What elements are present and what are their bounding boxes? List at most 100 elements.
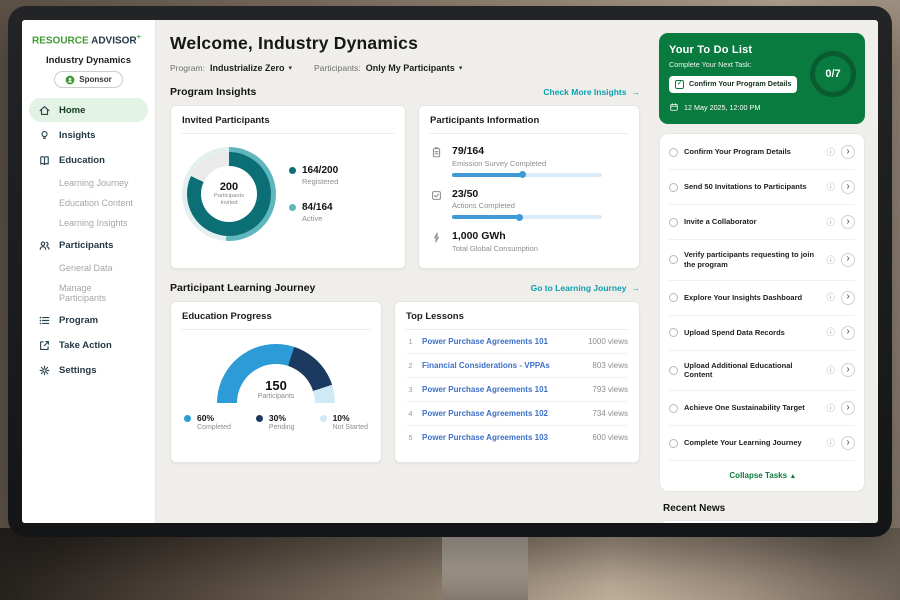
home-icon: [38, 104, 51, 117]
task-row[interactable]: Complete Your Learning Journey ⓘ ›: [669, 426, 855, 461]
task-label: Verify participants requesting to join t…: [684, 250, 820, 270]
go-to-learning-journey-link[interactable]: Go to Learning Journey →: [531, 283, 640, 293]
info-icon[interactable]: ⓘ: [826, 183, 835, 192]
check-more-insights-link[interactable]: Check More Insights →: [543, 87, 640, 97]
legend-label: Completed: [197, 424, 231, 431]
link-label: Go to Learning Journey: [531, 283, 627, 293]
info-icon[interactable]: ⓘ: [826, 293, 835, 302]
lesson-link[interactable]: Power Purchase Agreements 102: [422, 409, 585, 418]
next-task-label: Confirm Your Program Details: [689, 80, 791, 88]
gear-icon: [38, 364, 51, 377]
chevron-right-icon[interactable]: ›: [841, 436, 855, 450]
task-checkbox[interactable]: [669, 218, 678, 227]
screen: RESOURCE ADVISOR+ Industry Dynamics Spon…: [22, 20, 878, 523]
nav-label: Program: [59, 315, 98, 326]
logo-plus: +: [137, 32, 141, 41]
task-checkbox[interactable]: [669, 439, 678, 448]
chevron-right-icon[interactable]: ›: [841, 291, 855, 305]
progress-bar-fill: [452, 173, 524, 177]
progress-bar: [452, 215, 602, 219]
lesson-link[interactable]: Financial Considerations - VPPAs: [422, 361, 585, 370]
task-list: Confirm Your Program Details ⓘ › Send 50…: [659, 133, 865, 492]
task-checkbox[interactable]: [669, 328, 678, 337]
task-row[interactable]: Achieve One Sustainability Target ⓘ ›: [669, 391, 855, 426]
chevron-right-icon[interactable]: ›: [841, 253, 855, 267]
sidebar-item-home[interactable]: Home: [29, 98, 148, 122]
task-checkbox[interactable]: [669, 183, 678, 192]
invited-legend: 164/200 Registered 84/164 Active: [289, 165, 338, 223]
chevron-right-icon[interactable]: ›: [841, 180, 855, 194]
sidebar-item-insights[interactable]: Insights: [29, 123, 148, 147]
info-icon[interactable]: ⓘ: [826, 328, 835, 337]
checkbox-icon[interactable]: ✓: [675, 80, 684, 89]
gauge-center: 150 Participants: [182, 378, 370, 400]
program-insights-header: Program Insights Check More Insights →: [170, 86, 640, 98]
program-filter-dropdown[interactable]: Program: Industrialize Zero ▾: [170, 63, 292, 73]
info-icon[interactable]: ⓘ: [826, 148, 835, 157]
task-row[interactable]: Explore Your Insights Dashboard ⓘ ›: [669, 281, 855, 316]
next-task-pill[interactable]: ✓ Confirm Your Program Details: [669, 76, 797, 93]
task-row[interactable]: Confirm Your Program Details ⓘ ›: [669, 135, 855, 170]
chevron-right-icon[interactable]: ›: [841, 215, 855, 229]
task-row[interactable]: Upload Additional Educational Content ⓘ …: [669, 351, 855, 392]
sidebar-item-general-data[interactable]: General Data: [29, 258, 148, 277]
recent-news-card: [659, 520, 865, 523]
sidebar-item-learning-journey[interactable]: Learning Journey: [29, 173, 148, 192]
task-label: Upload Additional Educational Content: [684, 361, 820, 381]
progress-bar: [452, 173, 602, 177]
task-label: Upload Spend Data Records: [684, 328, 820, 338]
progress-bar-fill: [452, 215, 521, 219]
lesson-link[interactable]: Power Purchase Agreements 101: [422, 385, 585, 394]
chevron-right-icon[interactable]: ›: [841, 145, 855, 159]
education-progress-card: Education Progress 150 Participants: [170, 301, 382, 463]
sidebar-item-manage-participants[interactable]: Manage Participants: [29, 278, 148, 307]
bulb-icon: [38, 129, 51, 142]
stat-label: Actions Completed: [452, 201, 602, 210]
nav-label: Learning Insights: [59, 218, 128, 228]
participants-filter-dropdown[interactable]: Participants: Only My Participants ▾: [314, 63, 462, 73]
chevron-right-icon[interactable]: ›: [841, 401, 855, 415]
task-checkbox[interactable]: [669, 366, 678, 375]
sidebar-item-education[interactable]: Education: [29, 148, 148, 172]
section-title: Program Insights: [170, 86, 256, 98]
chevron-right-icon[interactable]: ›: [841, 326, 855, 340]
info-icon[interactable]: ⓘ: [826, 218, 835, 227]
sidebar-item-take-action[interactable]: Take Action: [29, 333, 148, 357]
task-row[interactable]: Send 50 Invitations to Participants ⓘ ›: [669, 170, 855, 205]
info-icon[interactable]: ⓘ: [826, 256, 835, 265]
desk-background: RESOURCE ADVISOR+ Industry Dynamics Spon…: [0, 0, 900, 600]
sidebar-item-settings[interactable]: Settings: [29, 358, 148, 382]
lesson-link[interactable]: Power Purchase Agreements 103: [422, 433, 585, 442]
donut-center-label: Participants Invited: [209, 193, 249, 207]
sidebar-item-program[interactable]: Program: [29, 308, 148, 332]
lesson-views: 803 views: [592, 361, 628, 370]
info-icon[interactable]: ⓘ: [826, 439, 835, 448]
legend-value: 164/200: [302, 165, 338, 176]
lesson-rank: 2: [406, 361, 415, 370]
task-row[interactable]: Invite a Collaborator ⓘ ›: [669, 205, 855, 240]
task-checkbox[interactable]: [669, 148, 678, 157]
task-checkbox[interactable]: [669, 293, 678, 302]
task-checkbox[interactable]: [669, 404, 678, 413]
sidebar-item-participants[interactable]: Participants: [29, 233, 148, 257]
logo-text-primary: RESOURCE: [32, 35, 89, 46]
nav-label: Home: [59, 105, 85, 116]
stat-label: Emission Survey Completed: [452, 159, 602, 168]
donut-center: 200 Participants Invited: [201, 166, 257, 222]
legend-dot: [289, 204, 296, 211]
lesson-views: 793 views: [592, 385, 628, 394]
lesson-rank: 3: [406, 385, 415, 394]
task-row[interactable]: Verify participants requesting to join t…: [669, 240, 855, 281]
info-icon[interactable]: ⓘ: [826, 366, 835, 375]
info-icon[interactable]: ⓘ: [826, 404, 835, 413]
collapse-tasks-link[interactable]: Collapse Tasks ▴: [669, 461, 855, 490]
lesson-link[interactable]: Power Purchase Agreements 101: [422, 337, 581, 346]
sponsor-icon: [65, 75, 75, 85]
lesson-row: 5 Power Purchase Agreements 103 600 view…: [406, 426, 628, 449]
chevron-right-icon[interactable]: ›: [841, 363, 855, 377]
sidebar-item-education-content[interactable]: Education Content: [29, 193, 148, 212]
gauge-center-label: Participants: [182, 393, 370, 400]
task-checkbox[interactable]: [669, 255, 678, 264]
task-row[interactable]: Upload Spend Data Records ⓘ ›: [669, 316, 855, 351]
sidebar-item-learning-insights[interactable]: Learning Insights: [29, 213, 148, 232]
